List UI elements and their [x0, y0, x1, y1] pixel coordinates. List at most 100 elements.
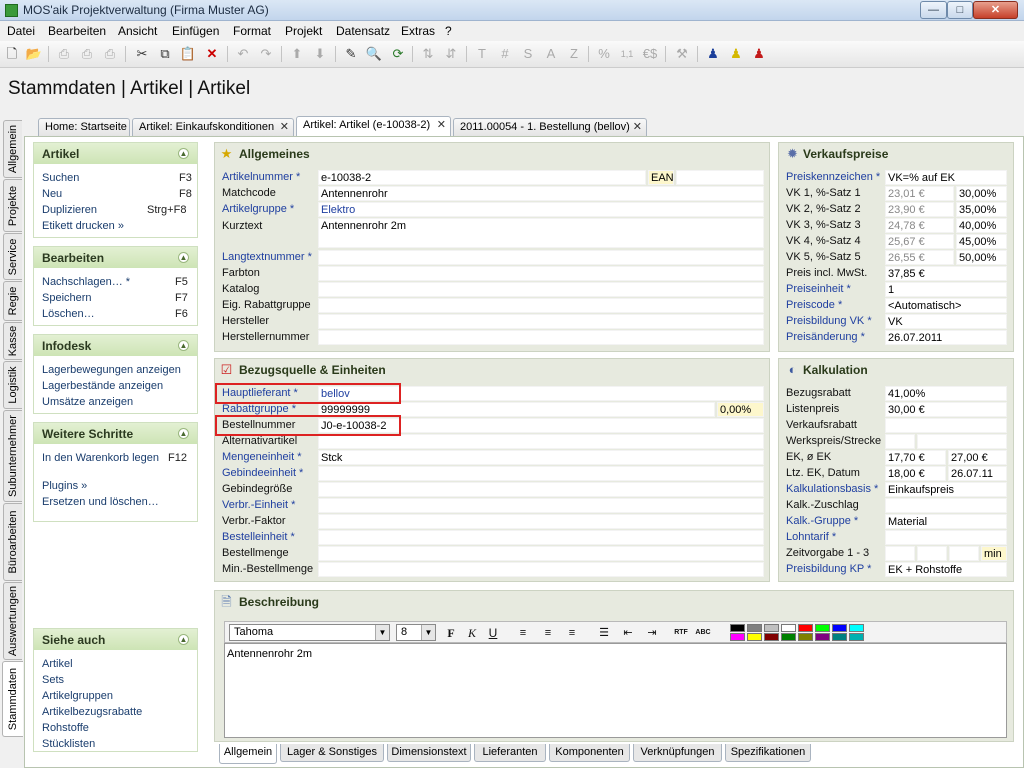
hash-icon[interactable]: # [496, 45, 514, 63]
field-prozentsatz3[interactable]: 40,00% [956, 218, 1007, 233]
link-sets[interactable]: Sets [42, 674, 64, 686]
field-preiskennzeichen[interactable]: VK=% auf EK [885, 170, 1007, 185]
menu-datei[interactable]: Datei [7, 24, 35, 38]
chevron-down-icon[interactable]: ▼ [375, 625, 389, 640]
text-t-icon[interactable]: T [473, 45, 491, 63]
task-lagerbewegungen[interactable]: Lagerbewegungen anzeigen [42, 364, 181, 376]
close-tab-icon[interactable]: ✕ [280, 119, 289, 135]
color-swatch[interactable] [832, 624, 847, 632]
tab-verknuepfungen[interactable]: Verknüpfungen [633, 744, 722, 762]
vtab-subunternehmer[interactable]: Subunternehmer [3, 410, 22, 502]
tab-bestellung[interactable]: 2011.00054 - 1. Bestellung (bellov) ✕ [453, 118, 647, 136]
field-preisbildung-vk[interactable]: VK [885, 314, 1007, 329]
outdent-icon[interactable]: ⇤ [620, 625, 636, 641]
menu-projekt[interactable]: Projekt [285, 24, 322, 38]
field-gebindegroesse[interactable] [318, 482, 764, 497]
percent-icon[interactable]: % [595, 45, 613, 63]
link-rohstoffe[interactable]: Rohstoffe [42, 722, 89, 734]
field-zeitvorgabe-2[interactable] [917, 546, 947, 561]
field-hersteller[interactable] [318, 314, 764, 329]
task-duplizieren[interactable]: Duplizieren Strg+F8 [42, 204, 186, 216]
field-matchcode[interactable]: Antennenrohr [318, 186, 764, 201]
label-bestelleinheit[interactable]: Bestelleinheit * [222, 531, 295, 543]
label-preiscode[interactable]: Preiscode * [786, 299, 842, 311]
label-kalk-gruppe[interactable]: Kalk.-Gruppe * [786, 515, 858, 527]
link-artikelbezugsrabatte[interactable]: Artikelbezugsrabatte [42, 706, 142, 718]
z-icon[interactable]: Z [565, 45, 583, 63]
field-preiseinheit[interactable]: 1 [885, 282, 1007, 297]
tab-artikel-active[interactable]: Artikel: Artikel (e-10038-2) ✕ [296, 116, 451, 136]
collapse-chevron-icon[interactable]: ▲ [178, 252, 189, 263]
bold-button[interactable]: F [443, 625, 459, 641]
field-durchschnitt-ek[interactable]: 27,00 € [948, 450, 1007, 465]
task-ersetzen-loeschen[interactable]: Ersetzen und löschen… [42, 496, 159, 508]
field-listenpreis[interactable]: 30,00 € [885, 402, 1007, 417]
sort-asc-icon[interactable]: ⇅ [419, 45, 437, 63]
vtab-regie[interactable]: Regie [3, 281, 22, 321]
field-zeitvorgabe-1[interactable] [885, 546, 915, 561]
label-langtextnummer[interactable]: Langtextnummer * [222, 251, 312, 263]
vtab-bueroarbeiten[interactable]: Büroarbeiten [3, 503, 22, 581]
tab-lager-sonstiges[interactable]: Lager & Sonstiges [280, 744, 384, 762]
field-preiscode[interactable]: <Automatisch> [885, 298, 1007, 313]
color-swatch[interactable] [747, 624, 762, 632]
tab-komponenten[interactable]: Komponenten [549, 744, 630, 762]
indent-icon[interactable]: ⇥ [644, 625, 660, 641]
field-prozentsatz4[interactable]: 45,00% [956, 234, 1007, 249]
field-min-bestellmenge[interactable] [318, 562, 764, 577]
color-swatch[interactable] [798, 624, 813, 632]
field-ltz-ek[interactable]: 18,00 € [885, 466, 946, 481]
field-werkspreis-2[interactable] [917, 434, 1007, 449]
close-tab-icon[interactable]: ✕ [633, 119, 642, 135]
color-swatch[interactable] [764, 633, 779, 641]
bullet-list-icon[interactable]: ☰ [596, 625, 612, 641]
field-bezugsrabatt[interactable]: 41,00% [885, 386, 1007, 401]
print-options-icon[interactable]: ⎙ [101, 45, 119, 63]
field-kurztext[interactable]: Antennenrohr 2m [318, 218, 764, 248]
align-center-icon[interactable]: ≡ [540, 625, 556, 641]
field-ean[interactable] [676, 170, 764, 185]
edit-pencil-icon[interactable]: ✎ [342, 45, 360, 63]
color-swatch[interactable] [849, 624, 864, 632]
label-preisaenderung[interactable]: Preisänderung * [786, 331, 865, 343]
tab-lieferanten[interactable]: Lieferanten [474, 744, 546, 762]
chevron-down-icon[interactable]: ▼ [421, 625, 435, 640]
task-neu[interactable]: Neu F8 [42, 188, 192, 200]
color-swatch[interactable] [815, 633, 830, 641]
field-langtextnummer[interactable] [318, 250, 764, 265]
minimize-button[interactable]: — [920, 1, 947, 19]
label-rabattgruppe[interactable]: Rabattgruppe * [222, 403, 296, 415]
task-umsaetze[interactable]: Umsätze anzeigen [42, 396, 133, 408]
paste-icon[interactable]: 📋 [179, 45, 197, 63]
field-kalk-zuschlag[interactable] [885, 498, 1007, 513]
copy-icon[interactable]: ⧉ [156, 45, 174, 63]
close-tab-icon[interactable]: ✕ [437, 117, 446, 133]
task-speichern[interactable]: Speichern F7 [42, 292, 188, 304]
task-warenkorb[interactable]: In den Warenkorb legen F12 [42, 452, 187, 464]
label-verbr-einheit[interactable]: Verbr.-Einheit * [222, 499, 295, 511]
color-swatch[interactable] [815, 624, 830, 632]
underline-button[interactable]: U [485, 625, 501, 641]
color-swatch[interactable] [781, 633, 796, 641]
tab-einkaufskonditionen[interactable]: Artikel: Einkaufskonditionen ✕ [132, 118, 294, 136]
color-swatch[interactable] [730, 633, 745, 641]
delete-icon[interactable]: ✕ [203, 45, 221, 63]
field-prozentsatz5[interactable]: 50,00% [956, 250, 1007, 265]
field-verbr-faktor[interactable] [318, 514, 764, 529]
tools-icon[interactable]: ⚒ [673, 45, 691, 63]
vtab-service[interactable]: Service [3, 233, 22, 280]
vtab-projekte[interactable]: Projekte [3, 179, 22, 232]
field-farbton[interactable] [318, 266, 764, 281]
color-swatch[interactable] [764, 624, 779, 632]
arrow-up-icon[interactable]: ⬆ [288, 45, 306, 63]
open-folder-icon[interactable]: 📂 [25, 45, 43, 63]
print-preview-icon[interactable]: ⎙ [55, 45, 73, 63]
menu-ansicht[interactable]: Ansicht [118, 24, 157, 38]
collapse-chevron-icon[interactable]: ▲ [178, 634, 189, 645]
field-herstellernummer[interactable] [318, 330, 764, 345]
task-lagerbestaende[interactable]: Lagerbestände anzeigen [42, 380, 163, 392]
cut-icon[interactable]: ✂ [133, 45, 151, 63]
field-kalkulationsbasis[interactable]: Einkaufspreis [885, 482, 1007, 497]
field-mengeneinheit[interactable]: Stck [318, 450, 764, 465]
a-icon[interactable]: A [542, 45, 560, 63]
